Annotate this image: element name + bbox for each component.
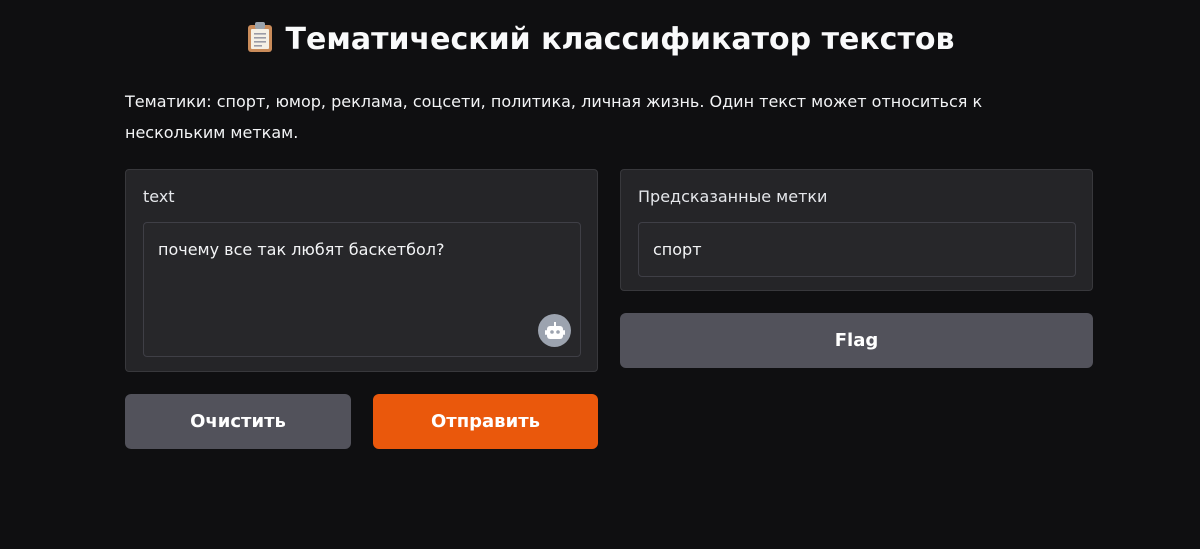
predicted-labels-output: спорт [638,222,1076,277]
description-text: Тематики: спорт, юмор, реклама, соцсети,… [125,92,983,142]
page-title-text: Тематический классификатор текстов [285,22,955,57]
robot-icon[interactable] [538,314,571,347]
predicted-labels-label: Предсказанные метки [638,187,828,206]
flag-button[interactable]: Flag [620,313,1093,368]
page-title: Тематический классификатор текстов [0,18,1200,66]
predicted-labels-panel: Предсказанные метки спорт [620,169,1093,291]
submit-button[interactable]: Отправить [373,394,598,449]
text-input-label: text [143,187,175,206]
clipboard-icon [246,21,274,66]
text-input-field[interactable]: почему все так любят баскетбол? [143,222,581,357]
text-input-value: почему все так любят баскетбол? [158,240,445,259]
text-input-panel: text почему все так любят баскетбол? [125,169,598,372]
clear-button[interactable]: Очистить [125,394,351,449]
